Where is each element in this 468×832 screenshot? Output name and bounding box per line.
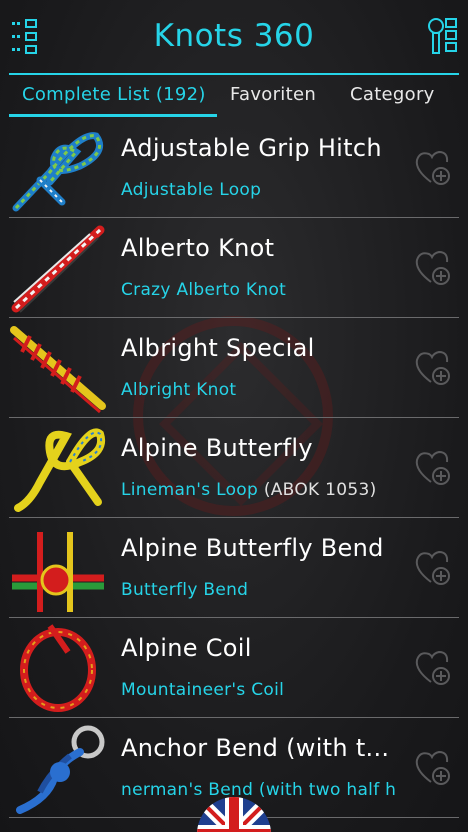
- knot-alias: nerman's Bend (with two half h: [121, 780, 397, 800]
- knot-thumbnail: [10, 322, 106, 414]
- active-tab-indicator: [9, 114, 217, 117]
- heart-add-icon[interactable]: [413, 548, 453, 588]
- header-divider: [9, 73, 459, 75]
- knot-thumbnail: [10, 722, 106, 814]
- knot-name: Anchor Bend (with t...: [121, 734, 390, 762]
- knot-thumbnail: [10, 522, 106, 614]
- knot-name: Alpine Butterfly Bend: [121, 534, 384, 562]
- tab-complete-list[interactable]: Complete List (192): [22, 84, 206, 105]
- list-item[interactable]: Adjustable Grip Hitch Adjustable Loop: [0, 118, 468, 218]
- list-item[interactable]: Alpine Butterfly Bend Butterfly Bend: [0, 518, 468, 618]
- heart-add-icon[interactable]: [413, 348, 453, 388]
- tab-favorites[interactable]: Favoriten: [230, 84, 316, 105]
- knot-thumbnail: [10, 122, 106, 214]
- knot-alias: Mountaineer's Coil: [121, 680, 285, 700]
- app-title: Knots 360: [153, 18, 315, 54]
- knot-alias: Albright Knot: [121, 380, 237, 400]
- heart-add-icon[interactable]: [413, 748, 453, 788]
- list-item[interactable]: Alberto Knot Crazy Alberto Knot: [0, 218, 468, 318]
- list-item[interactable]: Albright Special Albright Knot: [0, 318, 468, 418]
- knot-thumbnail: [10, 222, 106, 314]
- knot-name: Adjustable Grip Hitch: [121, 134, 382, 162]
- top-bar: Knots 360: [0, 0, 468, 75]
- tab-bar: Complete List (192) Favoriten Category: [0, 76, 468, 120]
- tools-icon[interactable]: [426, 16, 460, 58]
- heart-add-icon[interactable]: [413, 648, 453, 688]
- knot-alias: Lineman's Loop (ABOK 1053): [121, 480, 377, 500]
- knot-alias: Adjustable Loop: [121, 180, 262, 200]
- list-item[interactable]: Alpine Butterfly Lineman's Loop (ABOK 10…: [0, 418, 468, 518]
- heart-add-icon[interactable]: [413, 448, 453, 488]
- knot-name: Albright Special: [121, 334, 315, 362]
- knot-alias: Crazy Alberto Knot: [121, 280, 287, 300]
- heart-add-icon[interactable]: [413, 248, 453, 288]
- list-item[interactable]: Alpine Coil Mountaineer's Coil: [0, 618, 468, 718]
- knot-alias: Butterfly Bend: [121, 580, 249, 600]
- knot-name: Alpine Coil: [121, 634, 252, 662]
- knot-thumbnail: [10, 422, 106, 514]
- knot-name: Alberto Knot: [121, 234, 275, 262]
- heart-add-icon[interactable]: [413, 148, 453, 188]
- knot-thumbnail: [10, 622, 106, 714]
- tab-category[interactable]: Category: [350, 84, 435, 105]
- knot-name: Alpine Butterfly: [121, 434, 313, 462]
- knot-list: Adjustable Grip Hitch Adjustable Loop Al…: [0, 118, 468, 818]
